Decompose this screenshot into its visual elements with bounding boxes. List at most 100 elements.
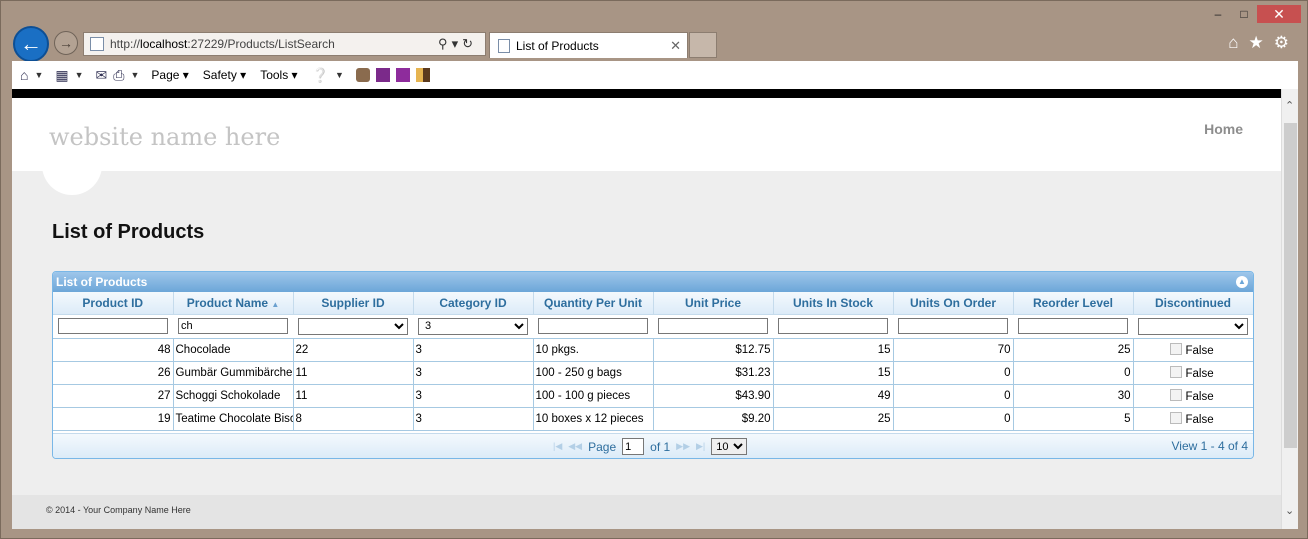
help-icon[interactable]: ❔ (312, 67, 329, 84)
col-header-supplier-id[interactable]: Supplier ID (293, 292, 414, 315)
chevron-down-icon[interactable]: ▼ (130, 70, 139, 80)
col-header-quantity-per-unit[interactable]: Quantity Per Unit (533, 292, 654, 315)
chevron-down-icon[interactable]: ▼ (75, 70, 84, 80)
col-header-product-name[interactable]: Product Name ▲ (173, 292, 294, 315)
addon-icon[interactable] (355, 68, 370, 82)
print-icon[interactable]: ⎙ (113, 67, 124, 84)
window-controls: – □ ✕ (1205, 5, 1301, 23)
favorites-star-icon[interactable]: ★ (1249, 33, 1264, 53)
tab-title: List of Products (516, 38, 599, 53)
cell-product-name: Gumbär Gummibärchen (173, 361, 294, 385)
cell-quantity: 10 boxes x 12 pieces (533, 407, 654, 431)
onenote-linked-icon[interactable] (395, 68, 410, 82)
forward-button[interactable]: → (54, 31, 78, 55)
discontinued-checkbox (1169, 365, 1182, 378)
col-header-category-id[interactable]: Category ID (413, 292, 534, 315)
cell-reorder-level: 0 (1013, 361, 1134, 385)
maximize-icon[interactable]: □ (1231, 5, 1257, 23)
first-page-icon[interactable]: |◀ (553, 441, 562, 452)
col-header-units-on-order[interactable]: Units On Order (893, 292, 1014, 315)
home-icon[interactable]: ⌂ (1228, 33, 1238, 53)
vertical-scrollbar[interactable]: ⌃ ⌄ (1281, 89, 1298, 529)
cell-quantity: 10 pkgs. (533, 338, 654, 362)
filter-units-in-stock[interactable] (778, 318, 888, 334)
cell-product-name: Teatime Chocolate Biscuits (173, 407, 294, 431)
records-view-text: View 1 - 4 of 4 (1171, 439, 1249, 453)
filter-unit-price[interactable] (658, 318, 768, 334)
tab-close-icon[interactable]: ✕ (670, 38, 687, 54)
new-tab-button[interactable] (689, 32, 717, 58)
cell-supplier-id: 11 (293, 384, 414, 408)
cell-product-id: 19 (53, 407, 174, 431)
home-cmd-icon[interactable]: ⌂ (20, 67, 28, 83)
cell-supplier-id: 8 (293, 407, 414, 431)
col-header-discontinued[interactable]: Discontinued (1133, 292, 1253, 315)
products-grid: List of Products ▲ Product ID Product Na… (52, 271, 1254, 459)
col-header-reorder-level[interactable]: Reorder Level (1013, 292, 1134, 315)
search-refresh-icons[interactable]: ⚲▾↻ (438, 36, 485, 52)
grid-pager: |◀ ◀◀ Page of 1 ▶▶ ▶| 10 View 1 - 4 of 4 (53, 433, 1253, 458)
onenote-icon[interactable] (375, 68, 390, 82)
browser-window: – □ ✕ ← → http://localhost:27229/Product… (0, 0, 1308, 539)
cell-category-id: 3 (413, 361, 534, 385)
pager-controls: |◀ ◀◀ Page of 1 ▶▶ ▶| 10 (553, 438, 748, 455)
col-header-unit-price[interactable]: Unit Price (653, 292, 774, 315)
filter-quantity-per-unit[interactable] (538, 318, 648, 334)
minimize-icon[interactable]: – (1205, 5, 1231, 23)
table-row[interactable]: 26 Gumbär Gummibärchen 11 3 100 - 250 g … (53, 361, 1253, 385)
back-button[interactable]: ← (13, 26, 49, 62)
filter-discontinued[interactable] (1138, 317, 1248, 335)
close-window-icon[interactable]: ✕ (1257, 5, 1301, 23)
discontinued-text: False (1185, 390, 1214, 403)
cell-supplier-id: 22 (293, 338, 414, 362)
page-size-select[interactable]: 10 (711, 438, 748, 455)
table-row[interactable]: 48 Chocolade 22 3 10 pkgs. $12.75 15 70 … (53, 338, 1253, 362)
cell-unit-price: $31.23 (653, 361, 774, 385)
discontinued-checkbox (1169, 411, 1182, 424)
cell-unit-price: $12.75 (653, 338, 774, 362)
address-bar[interactable]: http://localhost:27229/Products/ListSear… (83, 32, 486, 56)
grid-caption: List of Products ▲ (53, 272, 1253, 292)
nav-home-link[interactable]: Home (1204, 121, 1243, 137)
browser-tab[interactable]: List of Products ✕ (489, 32, 688, 58)
filter-category-id[interactable]: 3 (418, 317, 528, 335)
footer-text: © 2014 - Your Company Name Here (46, 505, 191, 515)
col-header-units-in-stock[interactable]: Units In Stock (773, 292, 894, 315)
menu-safety[interactable]: Safety ▾ (203, 68, 246, 82)
cell-product-id: 26 (53, 361, 174, 385)
scroll-up-icon[interactable]: ⌃ (1285, 99, 1294, 112)
menu-tools[interactable]: Tools ▾ (260, 68, 297, 82)
scroll-down-icon[interactable]: ⌄ (1285, 504, 1294, 517)
page-number-input[interactable] (622, 438, 645, 455)
feeds-icon[interactable]: ▦ (55, 67, 68, 84)
bookmark-icon[interactable] (415, 68, 430, 82)
cell-discontinued: False (1133, 338, 1253, 362)
menu-page[interactable]: Page ▾ (151, 68, 188, 82)
filter-product-id[interactable] (58, 318, 168, 334)
table-row[interactable]: 27 Schoggi Schokolade 11 3 100 - 100 g p… (53, 384, 1253, 408)
mail-icon[interactable]: ✉ (96, 67, 108, 84)
filter-product-name[interactable] (178, 318, 288, 334)
col-header-product-id[interactable]: Product ID (53, 292, 174, 315)
filter-supplier-id[interactable] (298, 317, 408, 335)
cell-units-on-order: 0 (893, 407, 1014, 431)
chevron-down-icon[interactable]: ▼ (335, 70, 344, 80)
cell-product-name: Chocolade (173, 338, 294, 362)
chevron-down-icon[interactable]: ▼ (34, 70, 43, 80)
table-row[interactable]: 19 Teatime Chocolate Biscuits 8 3 10 box… (53, 407, 1253, 431)
prev-page-icon[interactable]: ◀◀ (568, 441, 582, 452)
collapse-icon[interactable]: ▲ (1236, 276, 1248, 288)
site-name[interactable]: website name here (49, 123, 280, 151)
cell-reorder-level: 5 (1013, 407, 1134, 431)
scroll-thumb[interactable] (1284, 123, 1297, 448)
url-text: http://localhost:27229/Products/ListSear… (110, 37, 335, 51)
settings-gear-icon[interactable]: ⚙ (1274, 33, 1289, 53)
cell-discontinued: False (1133, 407, 1253, 431)
sort-asc-icon: ▲ (271, 299, 280, 309)
cell-discontinued: False (1133, 384, 1253, 408)
filter-reorder-level[interactable] (1018, 318, 1128, 334)
tab-page-icon (498, 38, 510, 53)
next-page-icon[interactable]: ▶▶ (676, 441, 690, 452)
last-page-icon[interactable]: ▶| (696, 441, 705, 452)
filter-units-on-order[interactable] (898, 318, 1008, 334)
